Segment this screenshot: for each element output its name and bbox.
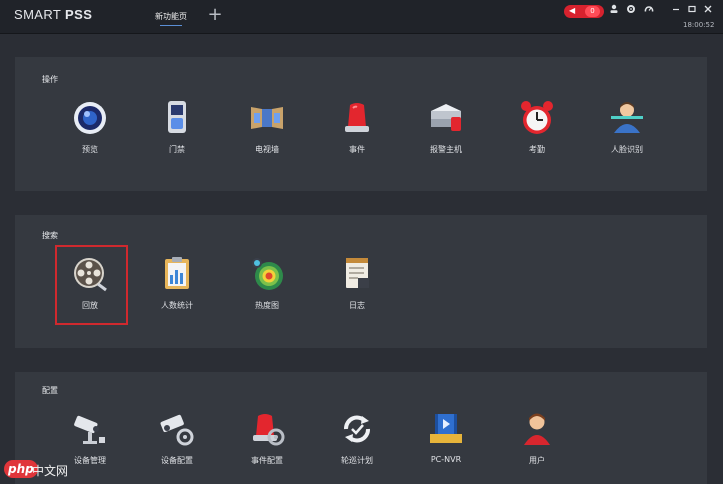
log-icon bbox=[338, 255, 376, 293]
tile-access-control[interactable]: 门禁 bbox=[142, 99, 212, 169]
heatmap-icon bbox=[248, 255, 286, 293]
tile-label: 人脸识别 bbox=[611, 145, 643, 154]
people-count-icon bbox=[158, 255, 196, 293]
device-manager-icon bbox=[71, 410, 109, 448]
tile-label: 用户 bbox=[529, 456, 545, 465]
tile-people-count[interactable]: 人数统计 bbox=[142, 255, 212, 325]
tile-label: 人数统计 bbox=[161, 301, 193, 310]
user-icon bbox=[518, 410, 556, 448]
tile-label: 日志 bbox=[349, 301, 365, 310]
settings-gear-icon[interactable] bbox=[624, 4, 638, 18]
user-account-icon[interactable] bbox=[607, 4, 621, 18]
add-tab-button[interactable]: + bbox=[206, 6, 224, 24]
tab-new-features[interactable]: 新功能页 bbox=[145, 0, 197, 33]
tile-label: PC-NVR bbox=[430, 455, 462, 464]
video-wall-icon bbox=[248, 99, 286, 137]
section-title: 操作 bbox=[42, 75, 58, 84]
access-control-icon bbox=[158, 99, 196, 137]
device-config-icon bbox=[158, 410, 196, 448]
face-recognition-icon bbox=[608, 99, 646, 137]
speaker-icon: ◀ bbox=[569, 6, 576, 15]
tile-event[interactable]: 事件 bbox=[322, 99, 392, 169]
tile-alarm-host[interactable]: 报警主机 bbox=[411, 99, 481, 169]
tile-face-recognition[interactable]: 人脸识别 bbox=[592, 99, 662, 169]
event-config-icon bbox=[248, 410, 286, 448]
section-search: 搜索 回放 人数统计 热度图 日志 bbox=[15, 215, 707, 348]
maximize-button[interactable] bbox=[685, 4, 699, 18]
tile-label: 设备配置 bbox=[161, 456, 193, 465]
section-title: 配置 bbox=[42, 386, 58, 395]
attendance-icon bbox=[518, 99, 556, 137]
tile-heatmap[interactable]: 热度图 bbox=[232, 255, 302, 325]
tile-playback[interactable]: 回放 bbox=[55, 255, 125, 325]
section-operation: 操作 预览 门禁 电视墙 事件 报警主机 考勤 人脸识别 bbox=[15, 57, 707, 191]
title-bar: SMART PSS 新功能页 + ◀ 0 18:00:52 bbox=[0, 0, 723, 34]
section-config: 配置 设备管理 设备配置 事件配置 轮巡计划 PC-NVR 用户 bbox=[15, 372, 707, 484]
tile-label: 预览 bbox=[82, 145, 98, 154]
pc-nvr-icon bbox=[427, 410, 465, 448]
tile-video-wall[interactable]: 电视墙 bbox=[232, 99, 302, 169]
tile-device-config[interactable]: 设备配置 bbox=[142, 410, 212, 480]
tile-user[interactable]: 用户 bbox=[502, 410, 572, 480]
tile-event-config[interactable]: 事件配置 bbox=[232, 410, 302, 480]
tile-tour-plan[interactable]: 轮巡计划 bbox=[322, 410, 392, 480]
close-button[interactable] bbox=[701, 4, 715, 18]
tile-label: 热度图 bbox=[255, 301, 279, 310]
tile-pc-nvr[interactable]: PC-NVR bbox=[411, 410, 481, 480]
tile-label: 事件 bbox=[349, 145, 365, 154]
clock: 18:00:52 bbox=[683, 21, 715, 29]
tile-label: 轮巡计划 bbox=[341, 456, 373, 465]
alarm-count: 0 bbox=[585, 6, 600, 17]
tile-label: 考勤 bbox=[529, 145, 545, 154]
tile-label: 门禁 bbox=[169, 145, 185, 154]
watermark-text: 中文网 bbox=[32, 464, 69, 478]
section-title: 搜索 bbox=[42, 231, 58, 240]
active-tab-indicator bbox=[160, 25, 182, 26]
preview-icon bbox=[71, 99, 109, 137]
app-brand: SMART PSS bbox=[14, 7, 93, 22]
alarm-indicator[interactable]: ◀ 0 bbox=[564, 5, 604, 18]
tile-label: 电视墙 bbox=[255, 145, 279, 154]
event-icon bbox=[338, 99, 376, 137]
tile-preview[interactable]: 预览 bbox=[55, 99, 125, 169]
minimize-button[interactable] bbox=[669, 4, 683, 18]
tile-label: 报警主机 bbox=[430, 145, 462, 154]
playback-icon bbox=[71, 255, 109, 293]
performance-gauge-icon[interactable] bbox=[642, 4, 656, 18]
tile-label: 回放 bbox=[82, 301, 98, 310]
tile-label: 事件配置 bbox=[251, 456, 283, 465]
tile-attendance[interactable]: 考勤 bbox=[502, 99, 572, 169]
tour-plan-icon bbox=[338, 410, 376, 448]
tile-log[interactable]: 日志 bbox=[322, 255, 392, 325]
alarm-host-icon bbox=[427, 99, 465, 137]
